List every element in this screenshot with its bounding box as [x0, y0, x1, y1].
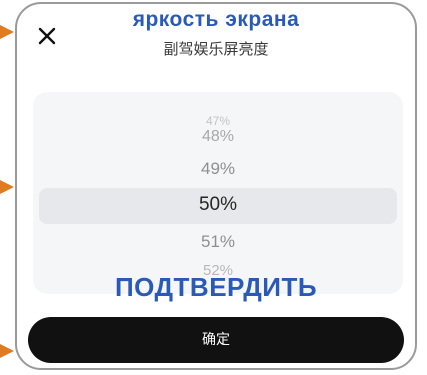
annotation-arrow-icon — [0, 25, 14, 39]
confirm-translation: ПОДТВЕРДИТЬ — [114, 272, 318, 302]
picker-option[interactable]: 49% — [33, 159, 403, 179]
dialog-title: 副驾娱乐屏亮度 — [163, 40, 269, 58]
picker-option[interactable]: 47% — [33, 114, 403, 128]
picker-option[interactable]: 48% — [33, 128, 403, 146]
picker-options-list[interactable]: 47% 48% 49% 50% 51% 52% — [33, 92, 403, 294]
brightness-picker[interactable]: 47% 48% 49% 50% 51% 52% — [33, 92, 403, 294]
annotation-arrow-icon — [0, 344, 14, 358]
screen: 副驾娱乐屏亮度 яркость экрана 47% 48% 49% 50% 5… — [0, 0, 427, 375]
picker-option[interactable]: 51% — [33, 232, 403, 252]
picker-option-selected[interactable]: 50% — [33, 194, 403, 216]
dialog-title-translation: яркость экрана — [132, 8, 300, 31]
annotation-arrow-icon — [0, 180, 14, 194]
brightness-dialog: 副驾娱乐屏亮度 яркость экрана 47% 48% 49% 50% 5… — [15, 2, 417, 370]
confirm-button[interactable]: 确定 — [28, 317, 404, 363]
